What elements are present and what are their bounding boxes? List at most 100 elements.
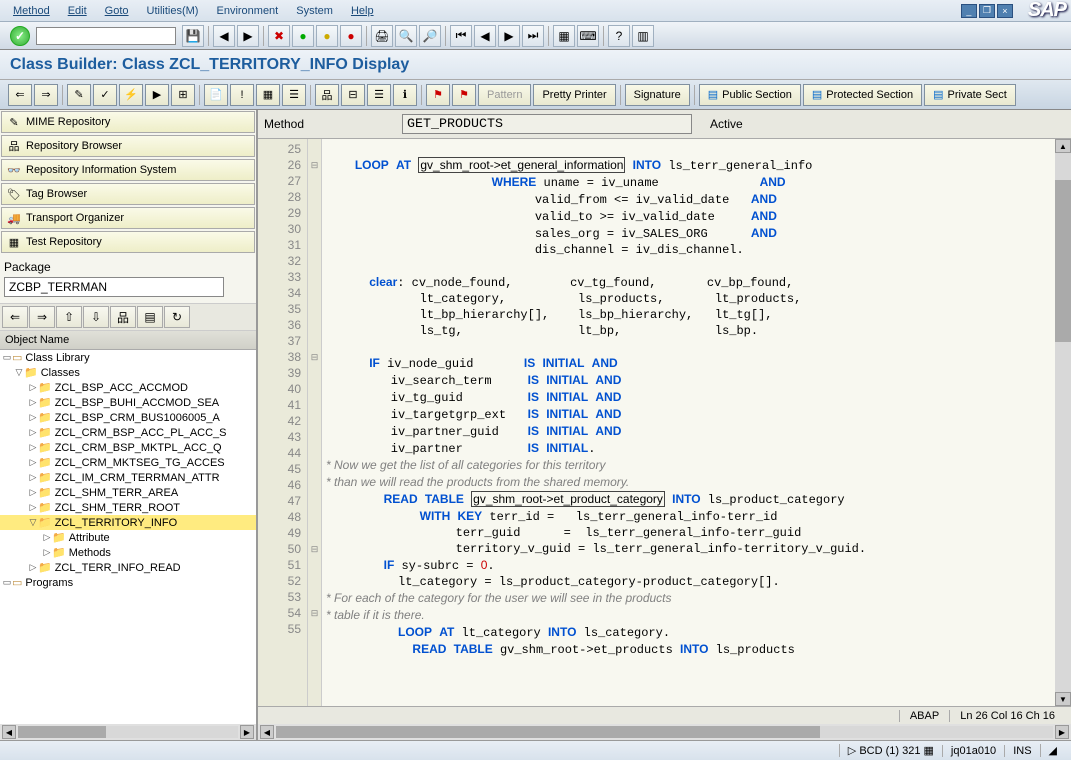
red-flag-button[interactable]: ⚑ [426,84,450,106]
nav-refresh-button[interactable]: ↻ [164,306,190,328]
menu-edit[interactable]: Edit [60,3,95,19]
nav-down-button[interactable]: ⇩ [83,306,109,328]
exit-button[interactable]: ▶ [237,25,259,47]
vscroll-down[interactable]: ▼ [1055,692,1071,706]
nav-tree-button[interactable]: 品 [110,306,136,328]
nav-left-button[interactable]: ⇐ [2,306,28,328]
tag-browser-button[interactable]: 🏷Tag Browser [1,183,255,205]
mime-repository-button[interactable]: ✎MIME Repository [1,111,255,133]
command-field[interactable] [36,27,176,45]
nav-right-button[interactable]: ⇒ [29,306,55,328]
repository-info-system-button[interactable]: 👓Repository Information System [1,159,255,181]
nav-up-button[interactable]: ⇧ [56,306,82,328]
signature-button[interactable]: Signature [625,84,690,106]
save-button[interactable]: 💾 [182,25,204,47]
new-session-button[interactable]: ▦ [553,25,575,47]
status-resize[interactable]: ◢ [1040,744,1065,757]
package-section: Package [0,254,256,303]
method-list-button[interactable]: ☰ [367,84,391,106]
menu-goto[interactable]: Goto [97,3,137,19]
yellow-exit[interactable]: ● [316,25,338,47]
find-button[interactable]: 🔍 [395,25,417,47]
other-object-button[interactable]: 📄 [204,84,228,106]
prev-page-button[interactable]: ◀ [474,25,496,47]
tree-class-zcl_crm_bsp_mktpl_acc_q[interactable]: ▷📁ZCL_CRM_BSP_MKTPL_ACC_Q [0,440,256,455]
code-content[interactable]: LOOP AT gv_shm_root->et_general_informat… [322,139,1055,706]
public-section-button[interactable]: ▤Public Section [699,84,801,106]
help-button[interactable]: ? [608,25,630,47]
menu-system[interactable]: System [288,3,341,19]
hscroll-right[interactable]: ▶ [240,725,254,739]
enhance-button[interactable]: ! [230,84,254,106]
editor-panel: Method Active 25262728293031323334353637… [258,110,1071,740]
last-page-button[interactable]: ⏭ [522,25,544,47]
find-next-button[interactable]: 🔎 [419,25,441,47]
tree-class-zcl_bsp_acc_accmod[interactable]: ▷📁ZCL_BSP_ACC_ACCMOD [0,380,256,395]
next-page-button[interactable]: ▶ [498,25,520,47]
tree-root-class-library[interactable]: ▭▭Class Library [0,350,256,365]
check-button[interactable]: ✓ [93,84,117,106]
vscroll-up[interactable]: ▲ [1055,139,1071,153]
tree-hscrollbar[interactable]: ◀ ▶ [0,724,256,740]
object-tree[interactable]: ▭▭Class Library ▽📁Classes ▷📁ZCL_BSP_ACC_… [0,350,256,724]
menu-utilities[interactable]: Utilities(M) [139,3,207,19]
tree-class-zcl_im_crm_terrman_attr[interactable]: ▷📁ZCL_IM_CRM_TERRMAN_ATTR [0,470,256,485]
tree-class-zcl_crm_bsp_acc_pl_acc_s[interactable]: ▷📁ZCL_CRM_BSP_ACC_PL_ACC_S [0,425,256,440]
red-cancel[interactable]: ● [340,25,362,47]
hierarchy-button[interactable]: 品 [315,84,339,106]
red-flag2-button[interactable]: ⚑ [452,84,476,106]
package-input[interactable] [4,277,224,297]
cancel-button[interactable]: ✖ [268,25,290,47]
tree-programs-folder[interactable]: ▭▭Programs [0,575,256,590]
shortcut-button[interactable]: ⌨ [577,25,599,47]
tree-attribute-folder[interactable]: ▷📁Attribute [0,530,256,545]
display-edit-button[interactable]: ✎ [67,84,91,106]
hscroll-left[interactable]: ◀ [2,725,16,739]
green-back[interactable]: ● [292,25,314,47]
pattern-button[interactable]: Pattern [478,84,531,106]
nav-back-button[interactable]: ⇐ [8,84,32,106]
editor-hscrollbar[interactable]: ◀ ▶ [258,724,1071,740]
menu-left: Method Edit Goto Utilities(M) Environmen… [5,3,382,19]
nav-forward-button[interactable]: ⇒ [34,84,58,106]
tree-classes-folder[interactable]: ▽📁Classes [0,365,256,380]
tree-class-zcl_bsp_buhi_accmod_sea[interactable]: ▷📁ZCL_BSP_BUHI_ACCMOD_SEA [0,395,256,410]
editor-vscrollbar[interactable]: ▲ ▼ [1055,139,1071,706]
menu-help[interactable]: Help [343,3,382,19]
print-button[interactable]: 🖨 [371,25,393,47]
transport-organizer-button[interactable]: 🚚Transport Organizer [1,207,255,229]
nav-doc-button[interactable]: ▤ [137,306,163,328]
tree-class-zcl_bsp_crm_bus1006005_a[interactable]: ▷📁ZCL_BSP_CRM_BUS1006005_A [0,410,256,425]
ehscroll-left[interactable]: ◀ [260,725,274,739]
layout-button[interactable]: ▥ [632,25,654,47]
method-name-field[interactable] [402,114,692,134]
back-button[interactable]: ◀ [213,25,235,47]
minimize-button[interactable]: _ [961,4,977,18]
tree-class-zcl_shm_terr_root[interactable]: ▷📁ZCL_SHM_TERR_ROOT [0,500,256,515]
test-repository-button[interactable]: ▦Test Repository [1,231,255,253]
tree-class-zcl_terr_info_read[interactable]: ▷📁ZCL_TERR_INFO_READ [0,560,256,575]
where-used-button[interactable]: ⊞ [171,84,195,106]
info-button[interactable]: ℹ [393,84,417,106]
tree-class-zcl_crm_mktseg_tg_acces[interactable]: ▷📁ZCL_CRM_MKTSEG_TG_ACCES [0,455,256,470]
first-page-button[interactable]: ⏮ [450,25,472,47]
pretty-printer-button[interactable]: Pretty Printer [533,84,615,106]
test-button[interactable]: ▶ [145,84,169,106]
repository-browser-button[interactable]: 品Repository Browser [1,135,255,157]
tree-methods-folder[interactable]: ▷📁Methods [0,545,256,560]
menu-method[interactable]: Method [5,3,58,19]
restore-button[interactable]: ❐ [979,4,995,18]
breakpoint-button[interactable]: ▦ [256,84,280,106]
close-button[interactable]: × [997,4,1013,18]
private-section-button[interactable]: ▤Private Sect [924,84,1016,106]
overview-button[interactable]: ⊟ [341,84,365,106]
menu-environment[interactable]: Environment [208,3,286,19]
tree-class-zcl_shm_terr_area[interactable]: ▷📁ZCL_SHM_TERR_AREA [0,485,256,500]
code-editor[interactable]: 2526272829303132333435363738394041424344… [258,139,1071,706]
protected-section-button[interactable]: ▤Protected Section [803,84,922,106]
tree-class-zcl_territory_info[interactable]: ▽📁ZCL_TERRITORY_INFO [0,515,256,530]
enter-button[interactable]: ✓ [10,26,30,46]
structure-button[interactable]: ☰ [282,84,306,106]
activate-button[interactable]: ⚡ [119,84,143,106]
ehscroll-right[interactable]: ▶ [1055,725,1069,739]
